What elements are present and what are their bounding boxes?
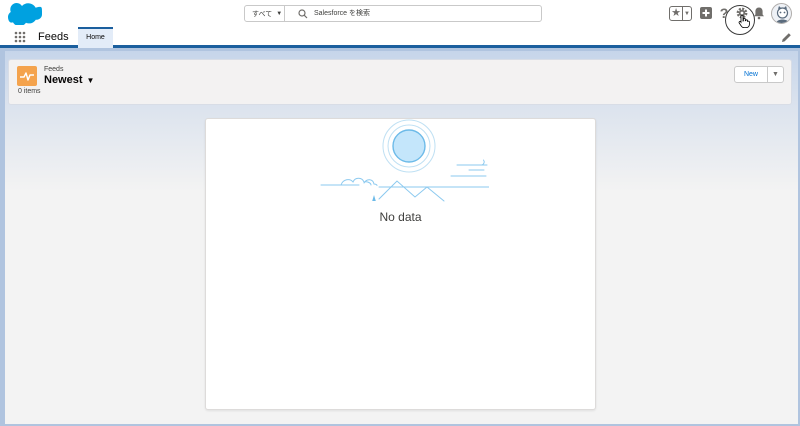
tab-home[interactable]: Home: [78, 27, 113, 48]
search-icon: [298, 9, 308, 19]
list-view-header: Feeds Newest ▼ 0 items New ▼: [8, 59, 792, 105]
object-label: Feeds: [44, 66, 64, 73]
svg-text:?: ?: [720, 6, 729, 20]
item-count: 0 items: [18, 88, 41, 95]
question-icon[interactable]: ?: [717, 6, 731, 20]
empty-state-card: No data: [205, 118, 596, 410]
empty-state-message: No data: [379, 210, 422, 224]
gear-icon[interactable]: [735, 6, 749, 20]
plus-icon[interactable]: [699, 6, 713, 20]
avatar-icon: [775, 6, 790, 23]
global-search: すべて ▼ Salesforce を検索: [244, 5, 542, 22]
chevron-down-icon: ▼: [276, 10, 283, 17]
chevron-down-icon[interactable]: ▼: [683, 11, 691, 17]
bell-icon[interactable]: [752, 6, 766, 20]
feed-pulse-icon: [17, 66, 37, 86]
search-scope-label: すべて: [252, 10, 273, 18]
empty-state-illustration: [320, 119, 489, 202]
new-button[interactable]: New: [734, 66, 768, 83]
more-actions-button[interactable]: ▼: [768, 66, 784, 83]
app-name: Feeds: [38, 31, 69, 43]
avatar[interactable]: [771, 3, 792, 24]
app-navigation-bar: Feeds Home: [0, 27, 800, 48]
list-view-selector[interactable]: Newest ▼: [44, 74, 94, 86]
favorites-button-group[interactable]: ★ ▼: [669, 6, 692, 21]
caret-down-icon[interactable]: ▼: [87, 76, 95, 85]
salesforce-logo[interactable]: [8, 3, 42, 25]
search-scope-dropdown[interactable]: すべて ▼: [245, 6, 285, 21]
pencil-icon[interactable]: [781, 32, 792, 43]
search-input[interactable]: Salesforce を検索: [314, 6, 370, 21]
app-launcher-icon[interactable]: [14, 31, 26, 43]
actions-button-group: New ▼: [734, 66, 784, 83]
star-icon[interactable]: ★: [670, 7, 682, 20]
list-view-name: Newest: [44, 74, 83, 86]
global-header: すべて ▼ Salesforce を検索 ★ ▼ ?: [0, 0, 800, 27]
